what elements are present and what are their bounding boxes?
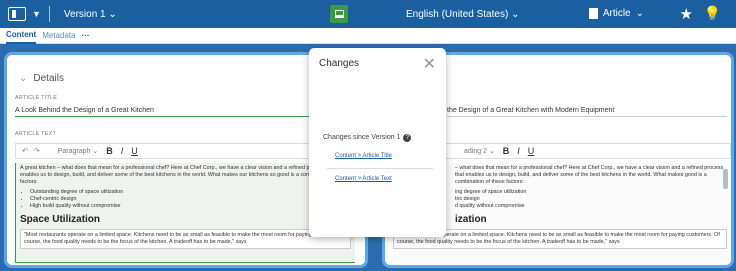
version-label: Version 1 <box>63 8 106 20</box>
language-label: English (United States) <box>406 8 509 20</box>
scrollbar[interactable] <box>723 169 728 189</box>
version-select[interactable]: Version 1 ⌄ <box>64 9 117 20</box>
lightbulb-icon[interactable]: 💡 <box>704 5 721 22</box>
panel-icon[interactable] <box>8 7 26 21</box>
article-title-field[interactable]: A Look Behind the Design of a Great Kitc… <box>15 107 355 117</box>
chevron-down-icon: ⌄ <box>108 8 117 20</box>
factor-list: ing degree of space utilization tric des… <box>455 189 727 210</box>
more-menu-button[interactable]: ··· <box>82 31 90 40</box>
compare-icon <box>334 10 344 18</box>
bold-button[interactable]: B <box>106 146 113 156</box>
section-heading: ization <box>455 214 487 225</box>
redo-icon[interactable]: ↷ <box>34 147 40 155</box>
tab-metadata[interactable]: Metadata <box>42 31 75 40</box>
list-item: tric design <box>455 196 480 202</box>
divider <box>327 168 433 169</box>
change-link-title[interactable]: Content > Article Title <box>335 153 392 159</box>
underline-button[interactable]: U <box>131 146 138 156</box>
section-heading: Space Utilization <box>20 214 101 225</box>
undo-icon[interactable]: ↶ <box>22 147 28 155</box>
star-icon[interactable]: ★ <box>680 5 693 23</box>
top-bar-left: ▼ Version 1 ⌄ <box>0 0 358 28</box>
italic-button[interactable]: I <box>121 146 124 156</box>
details-label: Details <box>33 73 64 84</box>
list-item: High build quality without compromise <box>30 203 351 210</box>
body-paragraph: – what does that mean for a professional… <box>455 165 724 185</box>
list-item: ing degree of space utilization <box>455 189 527 195</box>
article-label: Article <box>602 8 631 19</box>
sub-nav: Content Metadata ··· <box>0 28 736 44</box>
details-section-header[interactable]: ⌄ Details <box>19 73 64 84</box>
factor-list: Outstanding degree of space utilization … <box>30 189 351 210</box>
list-item: d quality without compromise <box>455 203 525 209</box>
language-select[interactable]: English (United States) ⌄ <box>406 9 519 20</box>
paragraph-label: Paragraph <box>57 148 91 155</box>
heading-format-select[interactable]: ading 2 ⌄ <box>458 147 495 155</box>
compare-button[interactable] <box>330 5 348 23</box>
list-item: Outstanding degree of space utilization <box>30 189 351 196</box>
chevron-down-icon[interactable]: ▼ <box>32 9 41 19</box>
bold-button[interactable]: B <box>503 146 510 156</box>
underline-button[interactable]: U <box>528 146 535 156</box>
chevron-down-icon: ⌄ <box>19 73 28 84</box>
list-item: Chef-centric design <box>30 196 351 203</box>
chevron-down-icon: ⌄ <box>635 8 644 19</box>
heading-label: ading 2 <box>464 148 487 155</box>
help-icon[interactable]: ? <box>403 134 412 142</box>
article-text-label: ARTICLE TEXT <box>15 131 57 137</box>
article-title-field-translated[interactable]: the Design of a Great Kitchen with Moder… <box>447 107 727 117</box>
change-link-text[interactable]: Content > Article Text <box>335 176 392 182</box>
body-paragraph: A great kitchen – what does that mean fo… <box>20 165 351 185</box>
tab-content[interactable]: Content <box>6 28 37 44</box>
divider <box>48 6 50 22</box>
changes-since-label: Changes since Version 1 <box>323 134 401 141</box>
paragraph-format-select[interactable]: Paragraph ⌄ <box>52 147 99 155</box>
chevron-down-icon: ⌄ <box>511 8 520 20</box>
quote-block: "Most restaurants operate on a limited s… <box>20 229 351 249</box>
top-bar-right: English (United States) ⌄ Article ⌄ ★ 💡 <box>358 0 736 28</box>
popup-title: Changes <box>319 58 360 69</box>
article-text-editor[interactable]: A great kitchen – what does that mean fo… <box>15 163 355 263</box>
close-icon[interactable]: ✕ <box>423 54 436 74</box>
document-icon <box>588 8 598 19</box>
italic-button[interactable]: I <box>517 146 520 156</box>
article-title-label: ARTICLE TITLE <box>15 95 58 101</box>
article-type-select[interactable]: Article ⌄ <box>588 8 644 19</box>
changes-popup: Changes ✕ Changes since Version 1? Conte… <box>309 48 446 237</box>
changes-since: Changes since Version 1? <box>323 134 412 142</box>
top-bar: ▼ Version 1 ⌄ English (United States) ⌄ … <box>0 0 736 28</box>
